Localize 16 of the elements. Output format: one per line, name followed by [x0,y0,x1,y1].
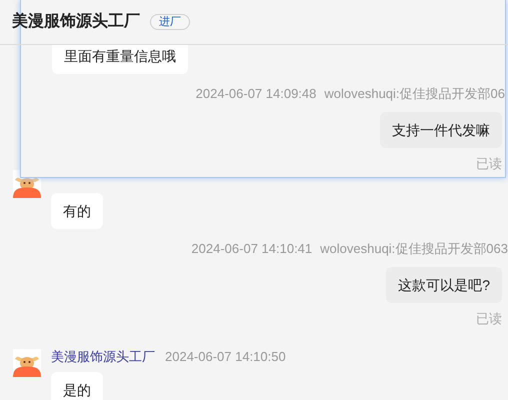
message-bubble: 是的 [51,372,103,400]
message-time: 2024-06-07 14:09:48 [196,86,316,102]
sender-account: woloveshuqi:促佳搜品开发部063 [320,241,508,257]
chat-title: 美漫服饰源头工厂 [12,11,140,32]
sender-account: woloveshuqi:促佳搜品开发部06 [324,86,505,102]
message-time: 2024-06-07 14:10:41 [191,241,312,257]
message-bubble: 这款可以是吧? [386,267,502,303]
sender-name: 美漫服饰源头工厂 [51,349,155,365]
message-bubble: 有的 [51,193,103,229]
read-status: 已读 [476,311,502,327]
factory-badge: 进厂 [150,14,190,30]
read-status: 已读 [476,156,502,172]
message-bubble: 支持一件代发嘛 [380,112,502,148]
bull-avatar-icon [13,349,41,377]
message-bubble: 里面有重量信息哦 [52,45,188,74]
message-time: 2024-06-07 14:10:50 [165,349,286,365]
